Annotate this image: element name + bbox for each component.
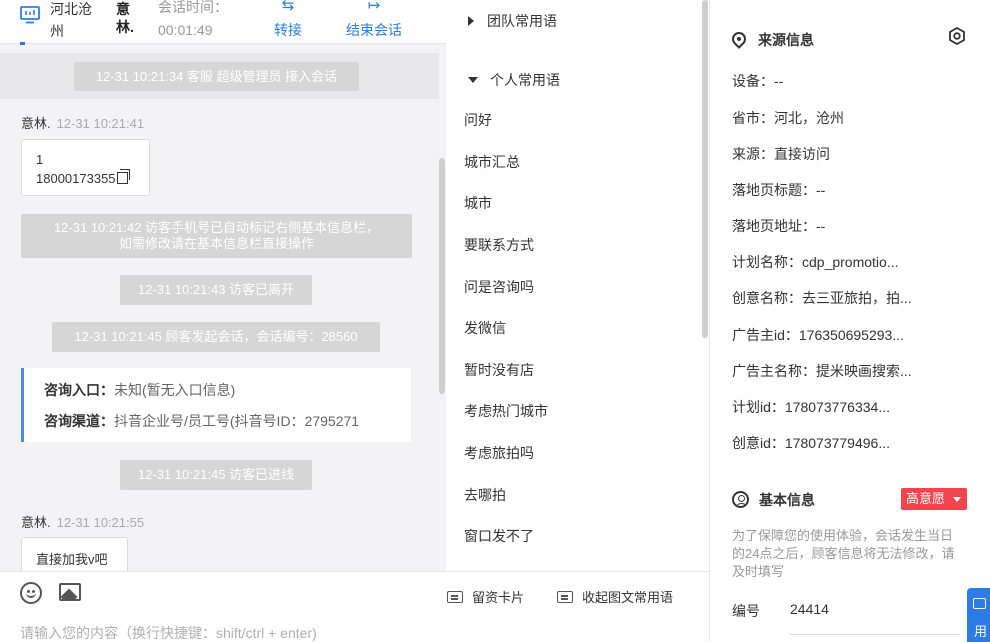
phrase-group-team[interactable]: 团队常用语 — [468, 11, 557, 31]
floating-action-button[interactable]: 用 — [967, 588, 990, 642]
emoji-icon[interactable] — [20, 582, 42, 604]
message-icon — [557, 591, 573, 603]
system-message-session-start: 12-31 10:21:45 顾客发起会话，会话编号：28560 — [52, 322, 380, 352]
edit-notice: 为了保障您的使用体验，会话发生当日的24点之后，顾客信息将无法修改，请及时填写 — [732, 528, 955, 579]
session-time-label: 会话时间： — [158, 0, 228, 15]
entry-value: 未知(暂无入口信息) — [114, 382, 236, 398]
settings-icon[interactable] — [948, 27, 966, 45]
message-icon — [447, 591, 463, 603]
landing-url-info: 落地页地址：-- — [732, 218, 826, 234]
plan-name-info: 计划名称：cdp_promotio... — [732, 254, 899, 270]
phrase-item[interactable]: 城市汇总 — [464, 152, 520, 172]
advertiser-id-info: 广告主id：176350695293... — [732, 327, 904, 343]
phrase-item[interactable]: 暂时没有店 — [464, 360, 534, 380]
chat-header: 河北沧州 意林. 会话时间： 00:01:49 ⇆ 转接 ↦ 结束会话 — [0, 0, 446, 45]
id-label: 编号 — [732, 603, 760, 619]
visitor-info-panel: 来源信息 设备：-- 省市：河北，沧州 来源：直接访问 落地页标题：-- 落地页… — [710, 0, 990, 642]
transfer-button[interactable]: ⇆ 转接 — [274, 0, 302, 40]
floating-button-label: 用 — [974, 624, 988, 639]
plan-id-info: 计划id：178073776334... — [732, 399, 890, 415]
lead-card-label: 留资卡片 — [472, 590, 525, 605]
source-info-header: 来源信息 — [729, 29, 814, 50]
device-info: 设备：-- — [732, 73, 784, 89]
phrase-item[interactable]: 去哪拍 — [464, 485, 506, 505]
sender-name: 意林. — [21, 116, 51, 131]
phrases-scrollbar[interactable] — [702, 0, 708, 338]
sender-name: 意林. — [21, 515, 51, 530]
message-line: 18000173355 — [36, 169, 149, 188]
visitor-name: 意林. — [116, 1, 134, 35]
phrase-item[interactable]: 问好 — [464, 110, 492, 130]
system-message-agent-join: 12-31 10:21:34 客服 超级管理员 接入会话 — [74, 62, 359, 91]
session-time-value: 00:01:49 — [158, 22, 213, 38]
chat-scrollbar[interactable] — [439, 158, 445, 394]
system-line: 如需修改请在基本信息栏直接操作 — [118, 236, 314, 251]
message-line: 1 — [36, 152, 44, 167]
caret-right-icon — [468, 16, 474, 26]
entry-label: 咨询入口： — [44, 382, 114, 398]
field-underline — [790, 634, 960, 635]
landing-title-info: 落地页标题：-- — [732, 182, 826, 198]
consultation-entry: 咨询入口：未知(暂无入口信息) — [44, 380, 396, 400]
basic-info-header: 基本信息 — [732, 490, 815, 510]
chat-icon — [973, 598, 986, 609]
province-info: 省市：河北，沧州 — [732, 110, 844, 126]
visitor-location: 河北沧州 — [50, 1, 92, 39]
system-message-phone-marked: 12-31 10:21:42 访客手机号已自动标记右侧基本信息栏， 如需修改请在… — [21, 214, 412, 258]
source-info: 来源：直接访问 — [732, 146, 830, 162]
chat-panel: 河北沧州 意林. 会话时间： 00:01:49 ⇆ 转接 ↦ 结束会话 12-3… — [0, 0, 446, 642]
message-time: 12-31 10:21:55 — [56, 515, 145, 530]
caret-down-icon — [468, 77, 478, 83]
phrase-group-personal[interactable]: 个人常用语 — [468, 70, 560, 90]
transfer-icon: ⇆ — [281, 0, 295, 14]
composer: 留资卡片 收起图文常用语 — [0, 571, 709, 642]
creative-id-info: 创意id：178073779496... — [732, 435, 890, 451]
end-session-button[interactable]: ↦ 结束会话 — [346, 0, 402, 40]
system-line: 12-31 10:21:42 访客手机号已自动标记右侧基本信息栏， — [53, 220, 380, 235]
copy-icon[interactable] — [116, 169, 130, 184]
phrase-item[interactable]: 发微信 — [464, 318, 506, 338]
phone-number: 18000173355 — [36, 171, 116, 186]
section-title: 来源信息 — [758, 32, 814, 48]
system-message-visitor-left: 12-31 10:21:43 访客已离开 — [120, 275, 312, 305]
location-pin-icon — [729, 29, 749, 49]
phrase-item[interactable]: 城市 — [464, 193, 492, 213]
phrase-item[interactable]: 要联系方式 — [464, 235, 534, 255]
message-sender: 意林. 12-31 10:21:41 — [21, 113, 144, 132]
quick-phrases-panel: 团队常用语 个人常用语 问好 城市汇总 城市 要联系方式 问是咨询吗 发微信 暂… — [446, 0, 709, 571]
system-message-visitor-entered: 12-31 10:21:45 访客已进线 — [120, 460, 312, 490]
message-bubble: 1 18000173355 — [21, 139, 150, 196]
phrase-group-label: 团队常用语 — [487, 13, 557, 29]
phrase-item[interactable]: 考虑热门城市 — [464, 401, 548, 421]
image-icon[interactable] — [59, 583, 81, 601]
creative-name-info: 创意名称：去三亚旅拍，拍... — [732, 290, 912, 306]
phrase-item[interactable]: 问是咨询吗 — [464, 277, 534, 297]
collapse-phrases-button[interactable]: 收起图文常用语 — [557, 587, 673, 606]
section-title: 基本信息 — [759, 492, 815, 508]
id-value: 24414 — [790, 601, 829, 617]
user-icon — [732, 491, 749, 508]
monitor-icon — [20, 6, 40, 24]
collapse-phrases-label: 收起图文常用语 — [582, 590, 674, 605]
consultation-channel: 咨询渠道：抖音企业号/员工号(抖音号ID：2795271 — [44, 411, 396, 431]
end-session-label: 结束会话 — [346, 22, 402, 38]
consultation-info-card: 咨询入口：未知(暂无入口信息) 咨询渠道：抖音企业号/员工号(抖音号ID：279… — [21, 368, 411, 442]
message-input[interactable] — [20, 625, 620, 641]
message-sender: 意林. 12-31 10:21:55 — [21, 512, 144, 531]
phrase-item[interactable]: 考虑旅拍吗 — [464, 443, 534, 463]
channel-value: 抖音企业号/员工号(抖音号ID：2795271 — [114, 413, 360, 429]
transfer-label: 转接 — [274, 22, 302, 38]
lead-card-button[interactable]: 留资卡片 — [447, 587, 524, 606]
exit-icon: ↦ — [367, 0, 381, 14]
intent-tag[interactable]: 高意愿 — [901, 488, 967, 510]
channel-label: 咨询渠道： — [44, 413, 114, 429]
phrase-item[interactable]: 窗口发不了 — [464, 526, 534, 546]
message-time: 12-31 10:21:41 — [56, 116, 145, 131]
advertiser-name-info: 广告主名称：提米映画搜索... — [732, 363, 912, 379]
message-list[interactable]: 12-31 10:21:34 客服 超级管理员 接入会话 意林. 12-31 10… — [0, 45, 446, 577]
phrase-group-label: 个人常用语 — [490, 72, 560, 88]
